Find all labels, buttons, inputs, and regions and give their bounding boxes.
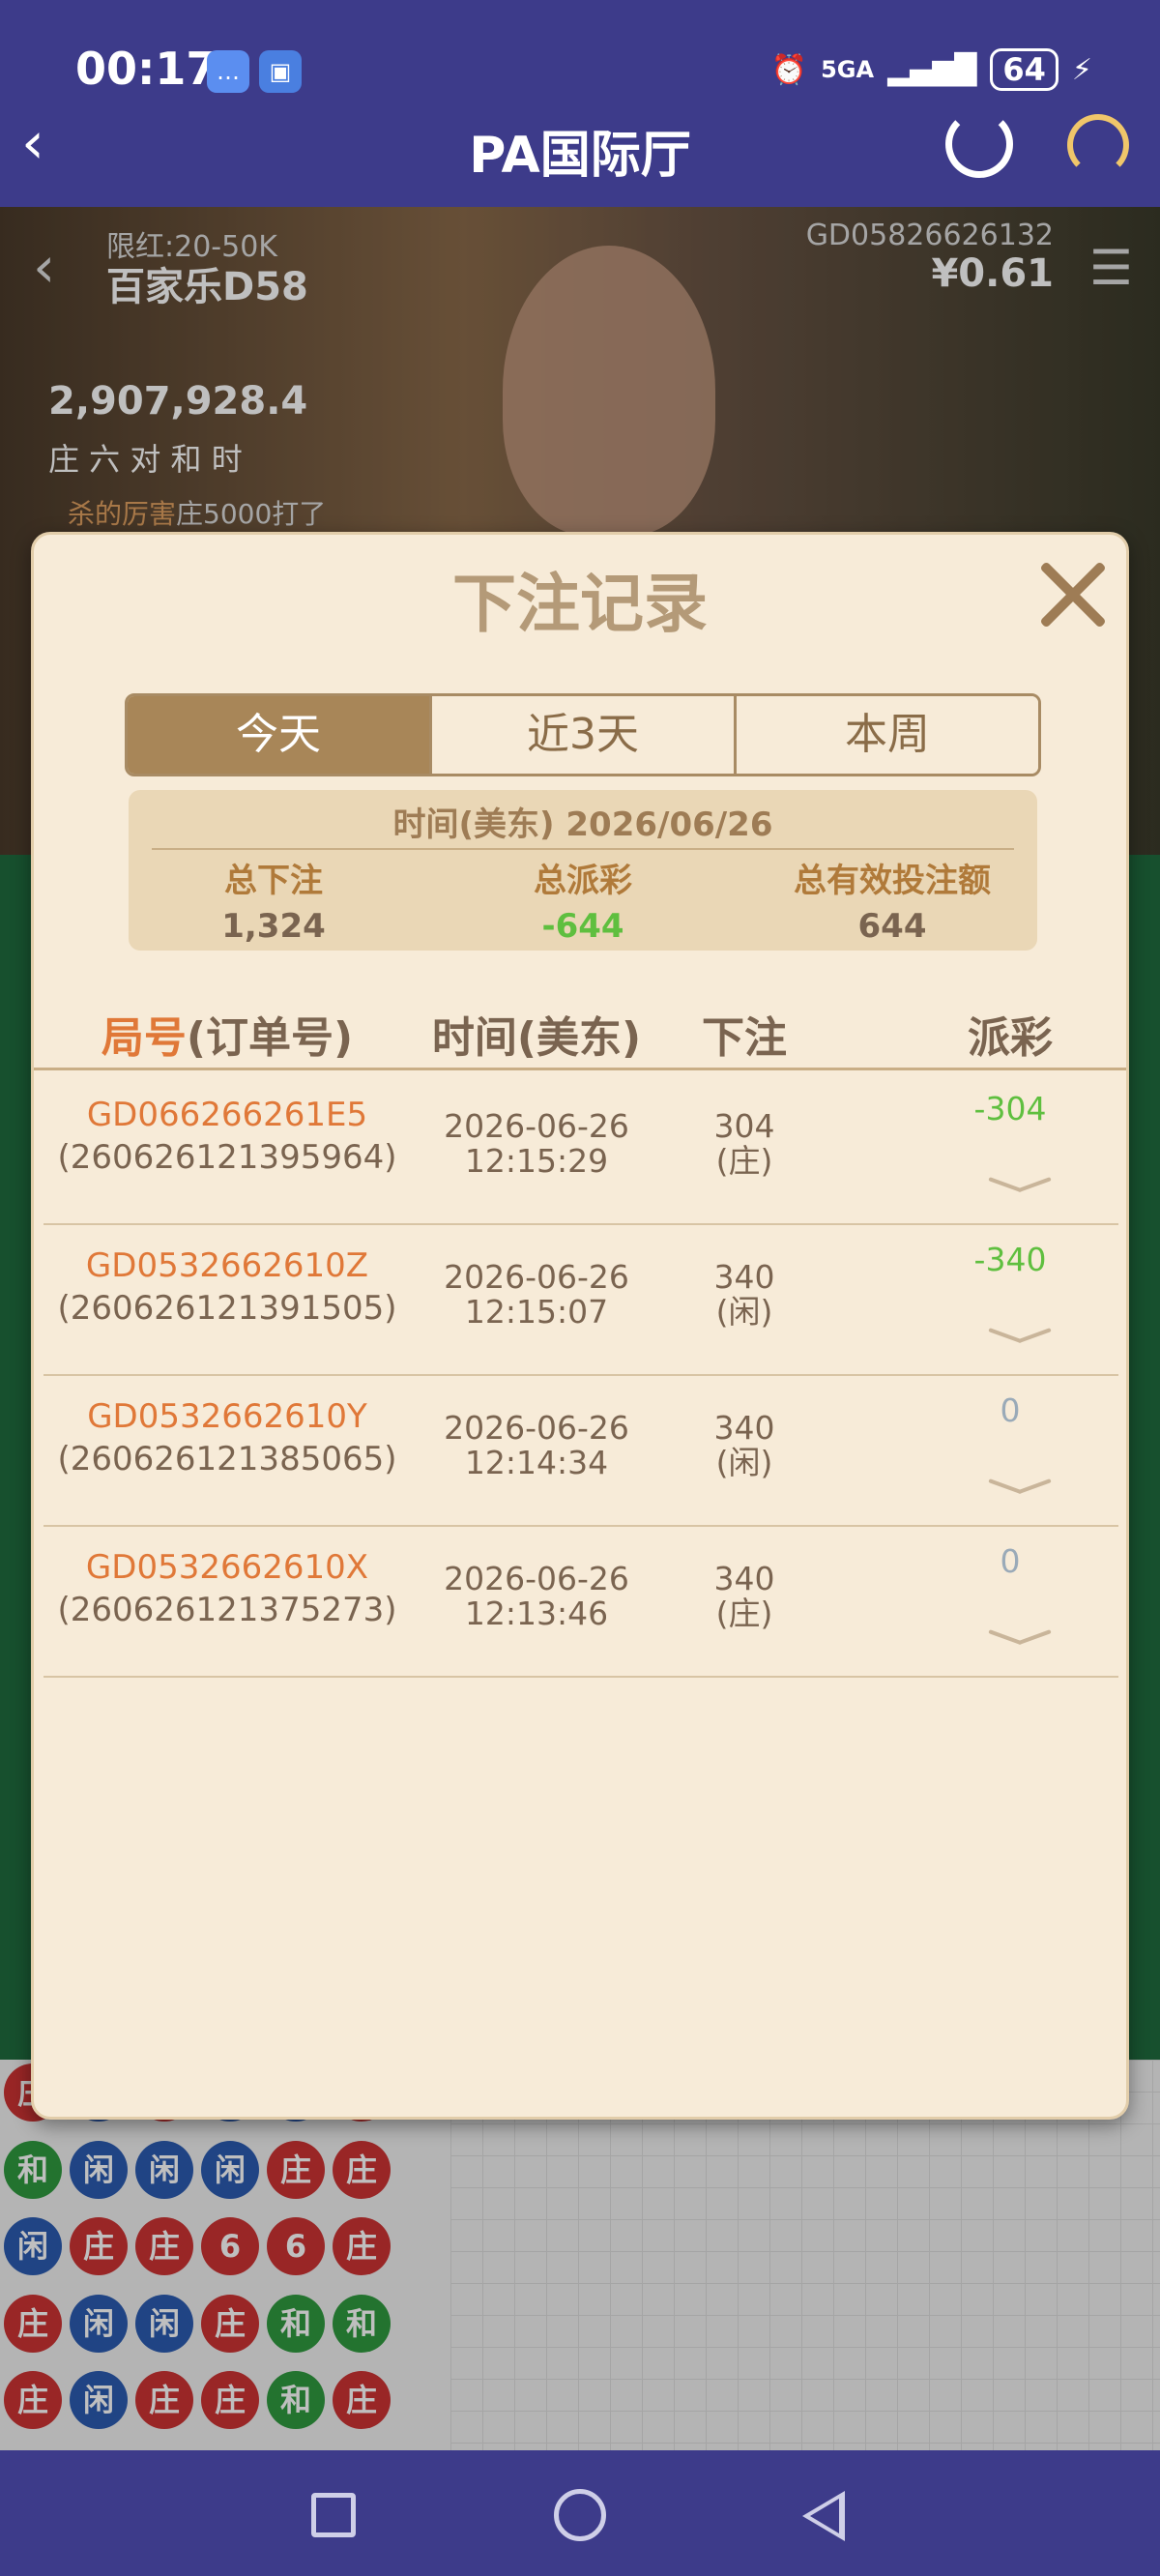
game-id: GD0532662610X xyxy=(85,1548,369,1587)
bet-side: (庄) xyxy=(715,1142,773,1180)
summary-date: 时间(美东) 2026/06/26 xyxy=(392,805,773,844)
status-time: 00:17 xyxy=(75,43,218,95)
bet-cell: 340 (庄) xyxy=(682,1562,807,1631)
bet-side: (闲) xyxy=(715,1444,773,1481)
order-number: (260626121395964) xyxy=(57,1138,397,1177)
bet-amount: 340 xyxy=(713,1409,775,1447)
bet-amount: 304 xyxy=(713,1107,775,1145)
tab-today[interactable]: 今天 xyxy=(128,696,432,774)
charging-icon: ⚡ xyxy=(1071,52,1092,87)
payout-value: -340 xyxy=(973,1241,1047,1278)
tab-week[interactable]: 本周 xyxy=(737,696,1038,774)
time-cell: 2026-06-26 12:13:46 xyxy=(420,1562,652,1631)
time-cell: 2026-06-26 12:14:34 xyxy=(420,1411,652,1480)
bet-side: (闲) xyxy=(715,1293,773,1331)
back-icon[interactable] xyxy=(802,2491,845,2541)
modal-title: 下注记录 xyxy=(452,567,708,641)
col-game-id-suffix: (订单号) xyxy=(186,1013,354,1063)
system-nav-bar xyxy=(0,2450,1160,2576)
alarm-icon: ⏰ xyxy=(770,52,808,87)
game-id-cell: GD066266261E5 (260626121395964) xyxy=(44,1096,411,1177)
signal-icon: ▂▄▆█ xyxy=(887,52,977,87)
order-number: (260626121375273) xyxy=(57,1591,397,1629)
table-row[interactable]: GD0532662610X (260626121375273) 2026-06-… xyxy=(44,1527,1118,1678)
bet-side: (庄) xyxy=(715,1595,773,1632)
col-game-id: 局号(订单号) xyxy=(44,1003,411,1065)
close-icon[interactable] xyxy=(1033,554,1111,631)
payout-cell: -304 xyxy=(933,1090,1088,1127)
order-number: (260626121385065) xyxy=(57,1440,397,1478)
status-indicators: ⏰ 5GA ▂▄▆█ 64 ⚡ xyxy=(771,48,1092,91)
total-payout-value: -644 xyxy=(541,907,624,946)
table-row[interactable]: GD066266261E5 (260626121395964) 2026-06-… xyxy=(44,1074,1118,1225)
total-payout-label: 总派彩 xyxy=(534,862,632,900)
total-bet-label: 总下注 xyxy=(224,862,323,900)
col-payout: 派彩 xyxy=(968,1013,1053,1063)
total-valid-label: 总有效投注额 xyxy=(794,862,991,900)
total-valid-value: 644 xyxy=(857,907,927,946)
summary-divider xyxy=(152,848,1014,850)
game-id-cell: GD0532662610Z (260626121391505) xyxy=(44,1246,411,1328)
summary-total-payout: 总派彩 -644 xyxy=(438,854,728,946)
bet-record-modal: 下注记录 今天 近3天 本周 时间(美东) 2026/06/26 总下注 1,3… xyxy=(31,532,1129,2120)
table-header: 局号(订单号) 时间(美东) 下注 派彩 xyxy=(34,993,1126,1070)
payout-value: 0 xyxy=(1000,1391,1021,1429)
col-bet: 下注 xyxy=(702,1013,787,1063)
date-tabs: 今天 近3天 本周 xyxy=(125,693,1041,776)
payout-value: 0 xyxy=(1000,1542,1021,1580)
bet-date: 2026-06-26 xyxy=(444,1258,629,1296)
bet-cell: 340 (闲) xyxy=(682,1411,807,1480)
payout-cell: 0 xyxy=(933,1391,1088,1429)
chevron-down-icon[interactable] xyxy=(991,1620,1049,1649)
chevron-down-icon[interactable] xyxy=(991,1167,1049,1196)
game-id: GD0532662610Y xyxy=(87,1397,367,1436)
bet-date: 2026-06-26 xyxy=(444,1107,629,1145)
home-icon[interactable] xyxy=(554,2489,606,2541)
bet-time: 12:13:46 xyxy=(464,1595,609,1632)
battery-indicator: 64 xyxy=(990,48,1058,91)
summary-panel: 时间(美东) 2026/06/26 总下注 1,324 总派彩 -644 总有效… xyxy=(129,790,1037,951)
payout-value: -304 xyxy=(973,1090,1047,1127)
bet-cell: 340 (闲) xyxy=(682,1260,807,1330)
bet-amount: 340 xyxy=(713,1258,775,1296)
bet-date: 2026-06-26 xyxy=(444,1409,629,1447)
bet-cell: 304 (庄) xyxy=(682,1109,807,1179)
headset-icon[interactable] xyxy=(1067,114,1129,176)
game-id-cell: GD0532662610X (260626121375273) xyxy=(44,1548,411,1629)
bet-date: 2026-06-26 xyxy=(444,1560,629,1597)
chevron-down-icon[interactable] xyxy=(991,1469,1049,1498)
time-cell: 2026-06-26 12:15:29 xyxy=(420,1109,652,1179)
table-row[interactable]: GD0532662610Y (260626121385065) 2026-06-… xyxy=(44,1376,1118,1527)
network-label: 5GA xyxy=(821,56,875,83)
bet-time: 12:15:07 xyxy=(464,1293,609,1331)
payout-cell: -340 xyxy=(933,1241,1088,1278)
game-id: GD066266261E5 xyxy=(86,1096,368,1134)
payout-cell: 0 xyxy=(933,1542,1088,1580)
game-id: GD0532662610Z xyxy=(85,1246,369,1285)
game-id-cell: GD0532662610Y (260626121385065) xyxy=(44,1397,411,1478)
top-bar: 00:17 … ▣ ⏰ 5GA ▂▄▆█ 64 ⚡ ‹ PA国际厅 xyxy=(0,0,1160,207)
recents-icon[interactable] xyxy=(311,2493,356,2537)
bet-time: 12:14:34 xyxy=(464,1444,609,1481)
chat-app-icon: … xyxy=(207,50,249,93)
time-cell: 2026-06-26 12:15:07 xyxy=(420,1260,652,1330)
summary-total-bet: 总下注 1,324 xyxy=(129,854,419,946)
table-row[interactable]: GD0532662610Z (260626121391505) 2026-06-… xyxy=(44,1225,1118,1376)
col-time: 时间(美东) xyxy=(431,1013,642,1063)
refresh-icon[interactable] xyxy=(945,110,1013,178)
bet-time: 12:15:29 xyxy=(464,1142,609,1180)
chevron-down-icon[interactable] xyxy=(991,1318,1049,1347)
order-number: (260626121391505) xyxy=(57,1289,397,1328)
col-game-id-prefix: 局号 xyxy=(101,1013,187,1063)
summary-total-valid: 总有效投注额 644 xyxy=(747,854,1037,946)
total-bet-value: 1,324 xyxy=(221,907,326,946)
notification-app-icon: ▣ xyxy=(259,50,302,93)
bet-amount: 340 xyxy=(713,1560,775,1597)
tab-3days[interactable]: 近3天 xyxy=(432,696,737,774)
